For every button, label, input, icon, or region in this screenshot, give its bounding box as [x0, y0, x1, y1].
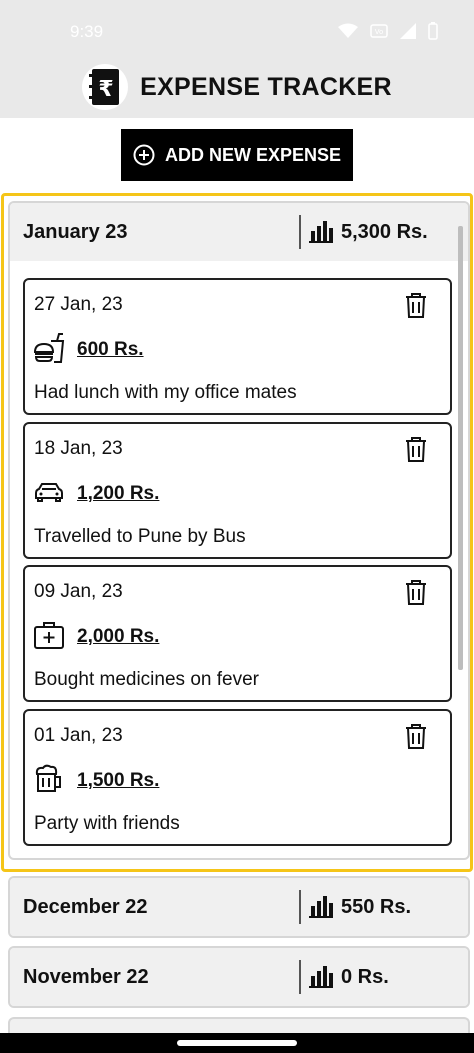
expense-date: 27 Jan, 23 [34, 294, 123, 315]
expense-item[interactable]: 09 Jan, 23 2,000 Rs. Bought medicines on… [23, 565, 452, 702]
plus-circle-icon [133, 144, 155, 166]
bar-chart-icon [309, 896, 333, 918]
medical-kit-icon [34, 622, 64, 649]
add-new-expense-label: ADD NEW EXPENSE [164, 144, 342, 165]
signal-icon [400, 23, 416, 39]
month-card-november[interactable]: November 22 0 Rs. [8, 946, 470, 1008]
app-title: EXPENSE TRACKER [140, 72, 392, 101]
expense-item[interactable]: 27 Jan, 23 600 Rs. Had lunch with my off… [23, 278, 452, 415]
month-header[interactable]: December 22 550 Rs. [10, 878, 468, 936]
month-total-group: 0 Rs. [299, 960, 389, 994]
battery-icon [428, 22, 438, 40]
scrollbar[interactable] [458, 226, 463, 670]
month-total: 550 Rs. [341, 895, 412, 918]
home-gesture-handle[interactable] [177, 1040, 297, 1046]
volte-icon: Vo [370, 24, 388, 38]
delete-icon[interactable] [404, 292, 428, 318]
month-header[interactable]: January 23 5,300 Rs. [10, 203, 468, 261]
status-icons: Vo [338, 22, 438, 40]
expense-description: Bought medicines on fever [34, 669, 259, 690]
expense-date: 01 Jan, 23 [34, 725, 123, 746]
app-logo: ₹ [82, 64, 129, 110]
status-bar: 9:39 Vo [0, 0, 474, 56]
svg-text:₹: ₹ [98, 77, 113, 102]
month-total-group: 5,300 Rs. [299, 215, 428, 249]
expense-date: 09 Jan, 23 [34, 581, 123, 602]
expense-date: 18 Jan, 23 [34, 438, 123, 459]
expense-description: Had lunch with my office mates [34, 382, 297, 403]
expense-amount: 2,000 Rs. [77, 626, 160, 647]
expense-amount: 1,200 Rs. [77, 483, 160, 504]
month-total-group: 550 Rs. [299, 890, 411, 924]
wifi-icon [338, 23, 358, 38]
rupee-notebook-icon: ₹ [89, 69, 120, 105]
expense-description: Party with friends [34, 813, 180, 834]
month-total: 5,300 Rs. [341, 220, 428, 243]
app-header: ₹ EXPENSE TRACKER [0, 56, 474, 118]
expense-amount: 1,500 Rs. [77, 770, 160, 791]
beer-mug-icon [35, 764, 61, 792]
month-name: January 23 [23, 220, 128, 243]
food-icon [33, 333, 65, 363]
expense-item[interactable]: 18 Jan, 23 1,200 Rs. Travelled to Pune b… [23, 422, 452, 559]
add-new-expense-button[interactable]: ADD NEW EXPENSE [121, 129, 353, 181]
month-name: November 22 [23, 965, 149, 988]
month-name: December 22 [23, 895, 148, 918]
expense-description: Travelled to Pune by Bus [34, 526, 246, 547]
expense-item[interactable]: 01 Jan, 23 1,500 Rs. Party with friends [23, 709, 452, 846]
bar-chart-icon [309, 966, 333, 988]
car-icon [35, 483, 63, 502]
expense-amount: 600 Rs. [77, 339, 144, 360]
status-time: 9:39 [70, 22, 104, 41]
month-header[interactable]: November 22 0 Rs. [10, 948, 468, 1006]
delete-icon[interactable] [404, 723, 428, 749]
month-card-december[interactable]: December 22 550 Rs. [8, 876, 470, 938]
delete-icon[interactable] [404, 436, 428, 462]
delete-icon[interactable] [404, 579, 428, 605]
svg-text:Vo: Vo [375, 28, 384, 36]
bar-chart-icon [309, 221, 333, 243]
month-total: 0 Rs. [341, 965, 389, 988]
